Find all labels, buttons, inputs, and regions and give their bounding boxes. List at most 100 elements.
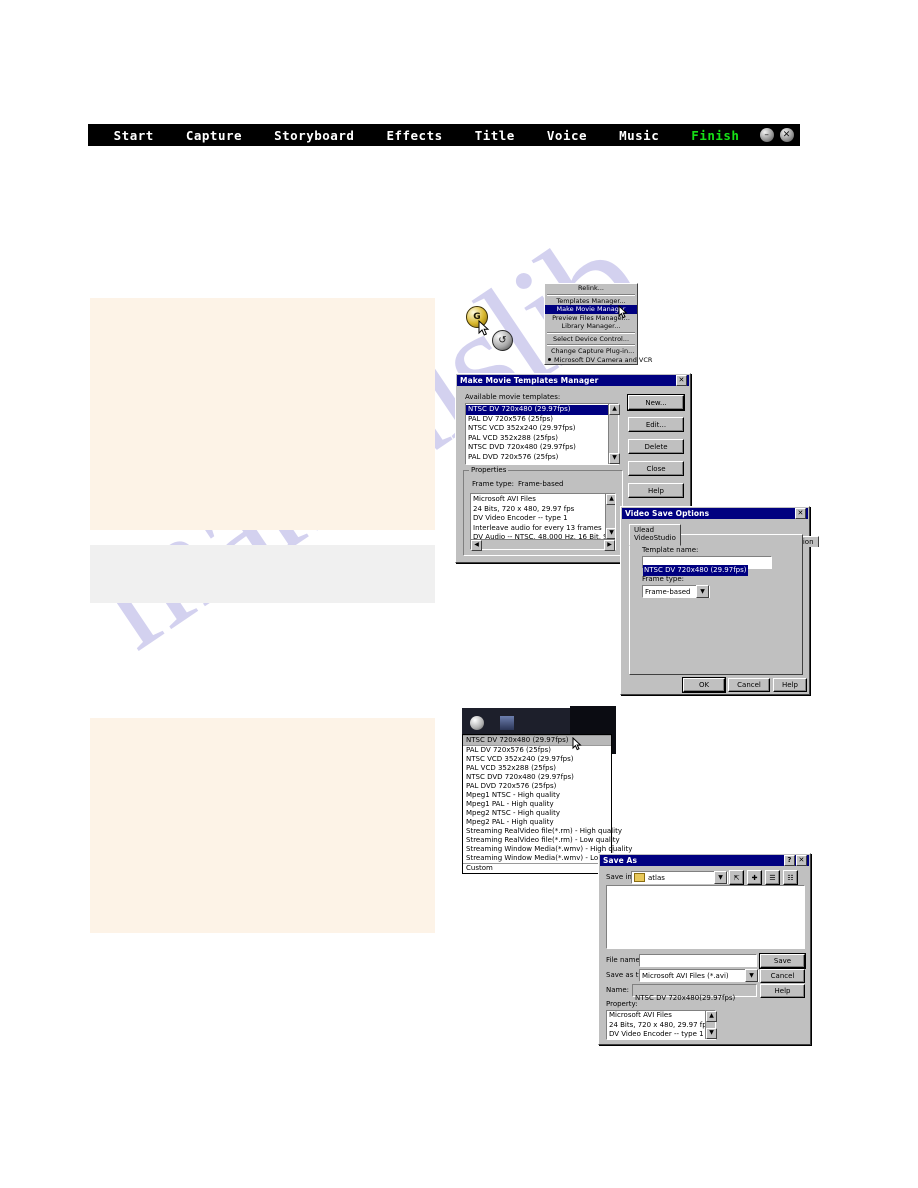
- nav-item-voice[interactable]: Voice: [547, 128, 587, 143]
- nav-item-effects[interactable]: Effects: [386, 128, 442, 143]
- templates-listbox[interactable]: NTSC DV 720x480 (29.97fps) PAL DV 720x57…: [465, 403, 620, 465]
- dialog-title: Video Save Options: [625, 509, 710, 518]
- property-scrollbar[interactable]: ▲ ▼: [705, 1011, 717, 1039]
- chevron-down-icon[interactable]: ▼: [745, 969, 758, 982]
- create-new-folder-icon[interactable]: ✚: [747, 870, 762, 885]
- save-button[interactable]: Save: [760, 954, 805, 968]
- cancel-button[interactable]: Cancel: [760, 969, 805, 983]
- save-as-type-select[interactable]: Microsoft AVI Files (*.avi) ▼: [639, 969, 759, 982]
- template-name-input[interactable]: NTSC DV 720x480 (29.97fps): [642, 556, 772, 576]
- save-in-value: atlas: [648, 873, 665, 882]
- scroll-down-icon[interactable]: ▼: [609, 453, 620, 464]
- scroll-up-icon[interactable]: ▲: [606, 494, 615, 505]
- close-icon[interactable]: ✕: [676, 375, 687, 386]
- properties-vertical-scrollbar[interactable]: ▲ ▼: [605, 494, 615, 539]
- save-in-select[interactable]: atlas ▼: [631, 871, 728, 884]
- nav-item-finish[interactable]: Finish: [691, 128, 739, 143]
- template-row[interactable]: PAL DVD 720x576 (25fps): [466, 453, 608, 463]
- dropdown-option[interactable]: NTSC VCD 352x240 (29.97fps): [463, 755, 611, 764]
- movie-template-dropdown-list[interactable]: NTSC DV 720x480 (29.97fps) PAL DV 720x57…: [462, 734, 632, 874]
- new-button[interactable]: New...: [628, 395, 684, 410]
- dialog-title: Save As: [603, 856, 638, 865]
- properties-listbox[interactable]: Microsoft AVI Files 24 Bits, 720 x 480, …: [470, 493, 616, 551]
- nav-item-start[interactable]: Start: [114, 128, 154, 143]
- dropdown-option[interactable]: Streaming Window Media(*.wmv) - High qua…: [463, 845, 632, 854]
- close-icon[interactable]: ✕: [795, 508, 806, 519]
- save-as-type-value: Microsoft AVI Files (*.avi): [642, 971, 729, 980]
- dropdown-option[interactable]: Mpeg2 PAL - High quality: [463, 818, 611, 827]
- help-button[interactable]: Help: [760, 984, 805, 998]
- frame-type-select[interactable]: Frame-based ▼: [642, 585, 710, 598]
- dropdown-option[interactable]: PAL DVD 720x576 (25fps): [463, 782, 611, 791]
- nav-item-capture[interactable]: Capture: [186, 128, 242, 143]
- nav-item-storyboard[interactable]: Storyboard: [274, 128, 354, 143]
- template-row[interactable]: PAL DV 720x576 (25fps): [466, 415, 608, 425]
- help-icon[interactable]: ?: [784, 855, 795, 866]
- menu-item-microsoft-dv-camera[interactable]: Microsoft DV Camera and VCR: [545, 356, 652, 365]
- close-button[interactable]: Close: [628, 461, 684, 476]
- menu-item-relink[interactable]: Relink...: [545, 284, 637, 293]
- template-name-label: Template name:: [642, 546, 699, 554]
- file-name-input[interactable]: [639, 954, 757, 967]
- close-icon[interactable]: ✕: [796, 855, 807, 866]
- dropdown-option[interactable]: Mpeg1 NTSC - High quality: [463, 791, 611, 800]
- scroll-up-icon[interactable]: ▲: [609, 404, 620, 415]
- nav-item-title[interactable]: Title: [475, 128, 515, 143]
- dropdown-option-custom[interactable]: Custom: [463, 863, 611, 873]
- list-view-icon[interactable]: ☰: [765, 870, 780, 885]
- chevron-down-icon[interactable]: ▼: [714, 871, 727, 884]
- minimize-icon[interactable]: –: [759, 128, 774, 142]
- menu-item-preview-files-manager[interactable]: Preview Files Manager...: [545, 314, 637, 323]
- up-one-level-icon[interactable]: ⇱: [729, 870, 744, 885]
- content-block-middle: [90, 545, 435, 603]
- scroll-down-icon[interactable]: ▼: [706, 1028, 717, 1039]
- cancel-button[interactable]: Cancel: [728, 678, 770, 692]
- dropdown-option[interactable]: NTSC DV 720x480 (29.97fps): [463, 735, 611, 746]
- tab-ulead-videostudio[interactable]: Ulead VideoStudio: [629, 524, 681, 546]
- save-in-label: Save in:: [606, 873, 635, 881]
- frame-type-value: Frame-based: [645, 587, 691, 596]
- dropdown-option[interactable]: PAL VCD 352x288 (25fps): [463, 764, 611, 773]
- help-button[interactable]: Help: [628, 483, 684, 498]
- dropdown-option[interactable]: Streaming Window Media(*.wmv) - Low qual…: [463, 854, 630, 863]
- help-button[interactable]: Help: [773, 678, 807, 692]
- scroll-up-icon[interactable]: ▲: [706, 1011, 717, 1022]
- menu-item-templates-manager[interactable]: Templates Manager...: [545, 297, 637, 306]
- properties-horizontal-scrollbar[interactable]: ◀ ▶: [471, 539, 615, 551]
- name-readonly-field: NTSC DV 720x480(29.97fps): [632, 984, 757, 1002]
- dropdown-option[interactable]: Streaming RealVideo file(*.rm) - Low qua…: [463, 836, 620, 845]
- main-navigation-bar: Start Capture Storyboard Effects Title V…: [88, 124, 800, 146]
- template-row[interactable]: NTSC VCD 352x240 (29.97fps): [466, 424, 608, 434]
- dropdown-option[interactable]: PAL DV 720x576 (25fps): [463, 746, 611, 755]
- details-view-icon[interactable]: ☷: [783, 870, 798, 885]
- menu-item-make-movie-manager[interactable]: Make Movie Manager: [545, 305, 637, 314]
- dialog-titlebar: Video Save Options ✕: [622, 508, 808, 519]
- dropdown-option[interactable]: Mpeg2 NTSC - High quality: [463, 809, 611, 818]
- scroll-left-icon[interactable]: ◀: [471, 540, 482, 551]
- templates-list-scrollbar[interactable]: ▲ ▼: [608, 404, 620, 464]
- folder-icon: [634, 873, 645, 882]
- nav-item-music[interactable]: Music: [619, 128, 659, 143]
- file-list-area[interactable]: [606, 885, 805, 949]
- chevron-down-icon[interactable]: ▼: [696, 585, 709, 598]
- template-row[interactable]: PAL VCD 352x288 (25fps): [466, 434, 608, 444]
- property-listbox[interactable]: Microsoft AVI Files 24 Bits, 720 x 480, …: [606, 1010, 717, 1040]
- capture-options-context-menu: Relink... Templates Manager... Make Movi…: [544, 283, 652, 365]
- template-row[interactable]: NTSC DV 720x480 (29.97fps): [466, 405, 608, 415]
- undo-button[interactable]: ↺: [492, 330, 513, 351]
- delete-button[interactable]: Delete: [628, 439, 684, 454]
- menu-item-change-capture-plugin[interactable]: Change Capture Plug-in...: [545, 347, 637, 356]
- ok-button[interactable]: OK: [683, 678, 725, 692]
- dropdown-option[interactable]: Streaming RealVideo file(*.rm) - High qu…: [463, 827, 622, 836]
- property-line: 24 Bits, 720 x 480, 29.97 fps: [609, 1020, 705, 1029]
- edit-button[interactable]: Edit...: [628, 417, 684, 432]
- scroll-right-icon[interactable]: ▶: [604, 540, 615, 551]
- menu-item-library-manager[interactable]: Library Manager...: [545, 322, 637, 331]
- close-icon[interactable]: ✕: [779, 128, 794, 142]
- scroll-down-icon[interactable]: ▼: [606, 528, 615, 539]
- go-button[interactable]: G: [466, 306, 488, 328]
- template-row[interactable]: NTSC DVD 720x480 (29.97fps): [466, 443, 608, 453]
- menu-item-select-device-control[interactable]: Select Device Control...: [545, 335, 637, 344]
- dropdown-option[interactable]: Mpeg1 PAL - High quality: [463, 800, 611, 809]
- dropdown-option[interactable]: NTSC DVD 720x480 (29.97fps): [463, 773, 611, 782]
